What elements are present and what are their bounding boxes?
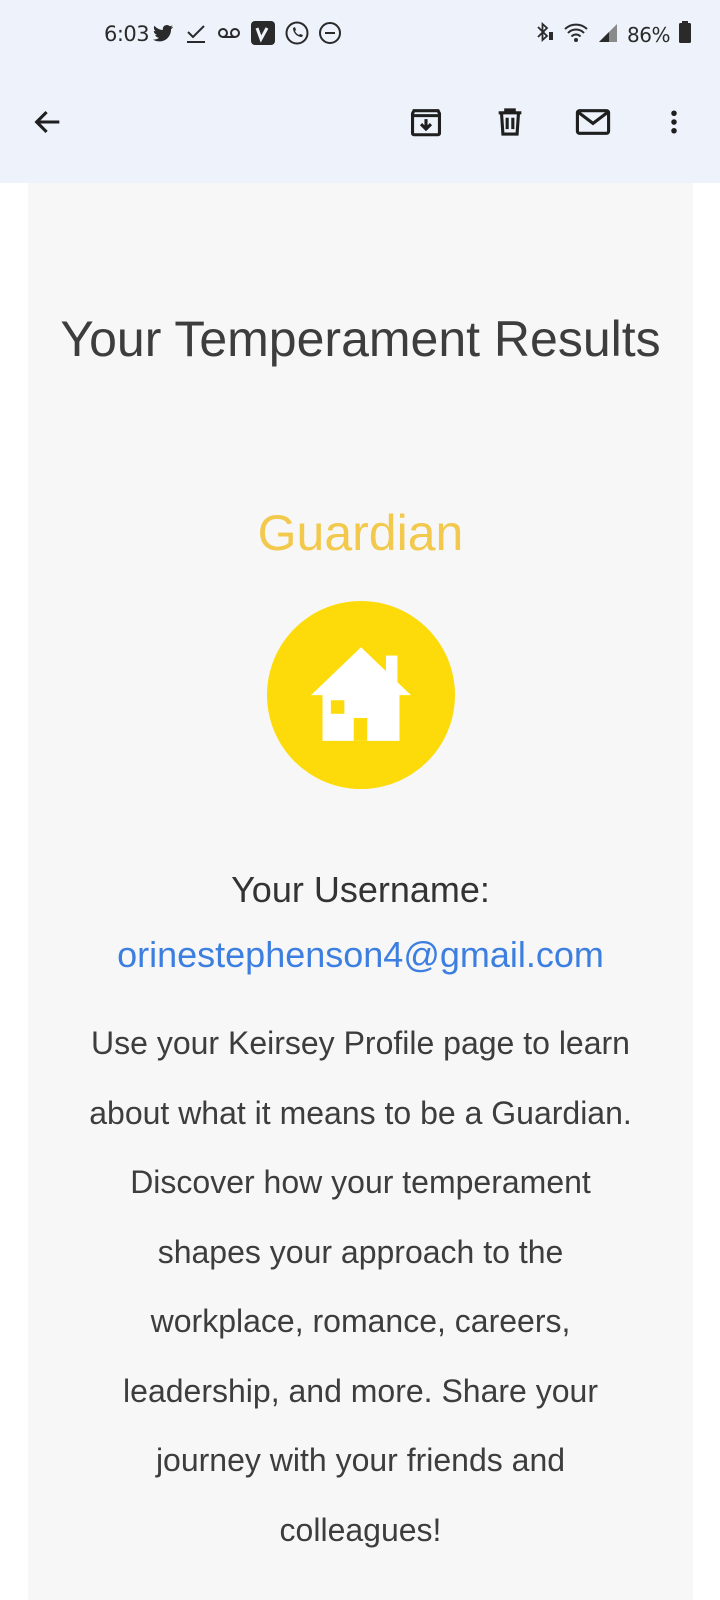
guardian-badge bbox=[267, 601, 455, 789]
vimeo-icon bbox=[250, 20, 276, 51]
more-options-button[interactable] bbox=[650, 100, 698, 148]
archive-icon bbox=[409, 105, 443, 144]
whatsapp-icon bbox=[284, 20, 310, 51]
voicemail-icon bbox=[216, 21, 242, 50]
twitter-icon bbox=[150, 21, 176, 50]
delete-icon bbox=[493, 105, 527, 144]
house-icon bbox=[309, 641, 413, 750]
delete-button[interactable] bbox=[486, 100, 534, 148]
email-toolbar bbox=[0, 70, 720, 183]
email-body: Your Temperament Results Guardian Your U… bbox=[0, 183, 720, 1600]
do-not-disturb-icon bbox=[318, 21, 342, 50]
status-time: 6:03 bbox=[104, 22, 150, 46]
temperament-name: Guardian bbox=[257, 505, 464, 561]
wifi-icon bbox=[563, 20, 589, 49]
system-status: 86% bbox=[531, 20, 692, 49]
results-title: Your Temperament Results bbox=[60, 311, 661, 367]
status-bar: 6:03 86% bbox=[0, 0, 720, 70]
bluetooth-icon bbox=[531, 20, 555, 49]
signal-icon bbox=[597, 20, 619, 49]
email-card: Your Temperament Results Guardian Your U… bbox=[28, 183, 693, 1600]
battery-percent: 86% bbox=[627, 22, 670, 47]
archive-button[interactable] bbox=[402, 100, 450, 148]
check-icon bbox=[184, 21, 208, 50]
notification-icons bbox=[150, 20, 342, 51]
username-link[interactable]: orinestephenson4@gmail.com bbox=[28, 933, 693, 977]
description-text: Use your Keirsey Profile page to learn a… bbox=[89, 1025, 632, 1548]
battery-icon bbox=[678, 20, 692, 49]
username-label: Your Username: bbox=[231, 869, 490, 910]
back-arrow-icon bbox=[31, 105, 65, 144]
mark-unread-icon bbox=[574, 105, 612, 144]
mark-unread-button[interactable] bbox=[569, 100, 617, 148]
back-button[interactable] bbox=[24, 100, 72, 148]
more-vert-icon bbox=[659, 105, 689, 144]
